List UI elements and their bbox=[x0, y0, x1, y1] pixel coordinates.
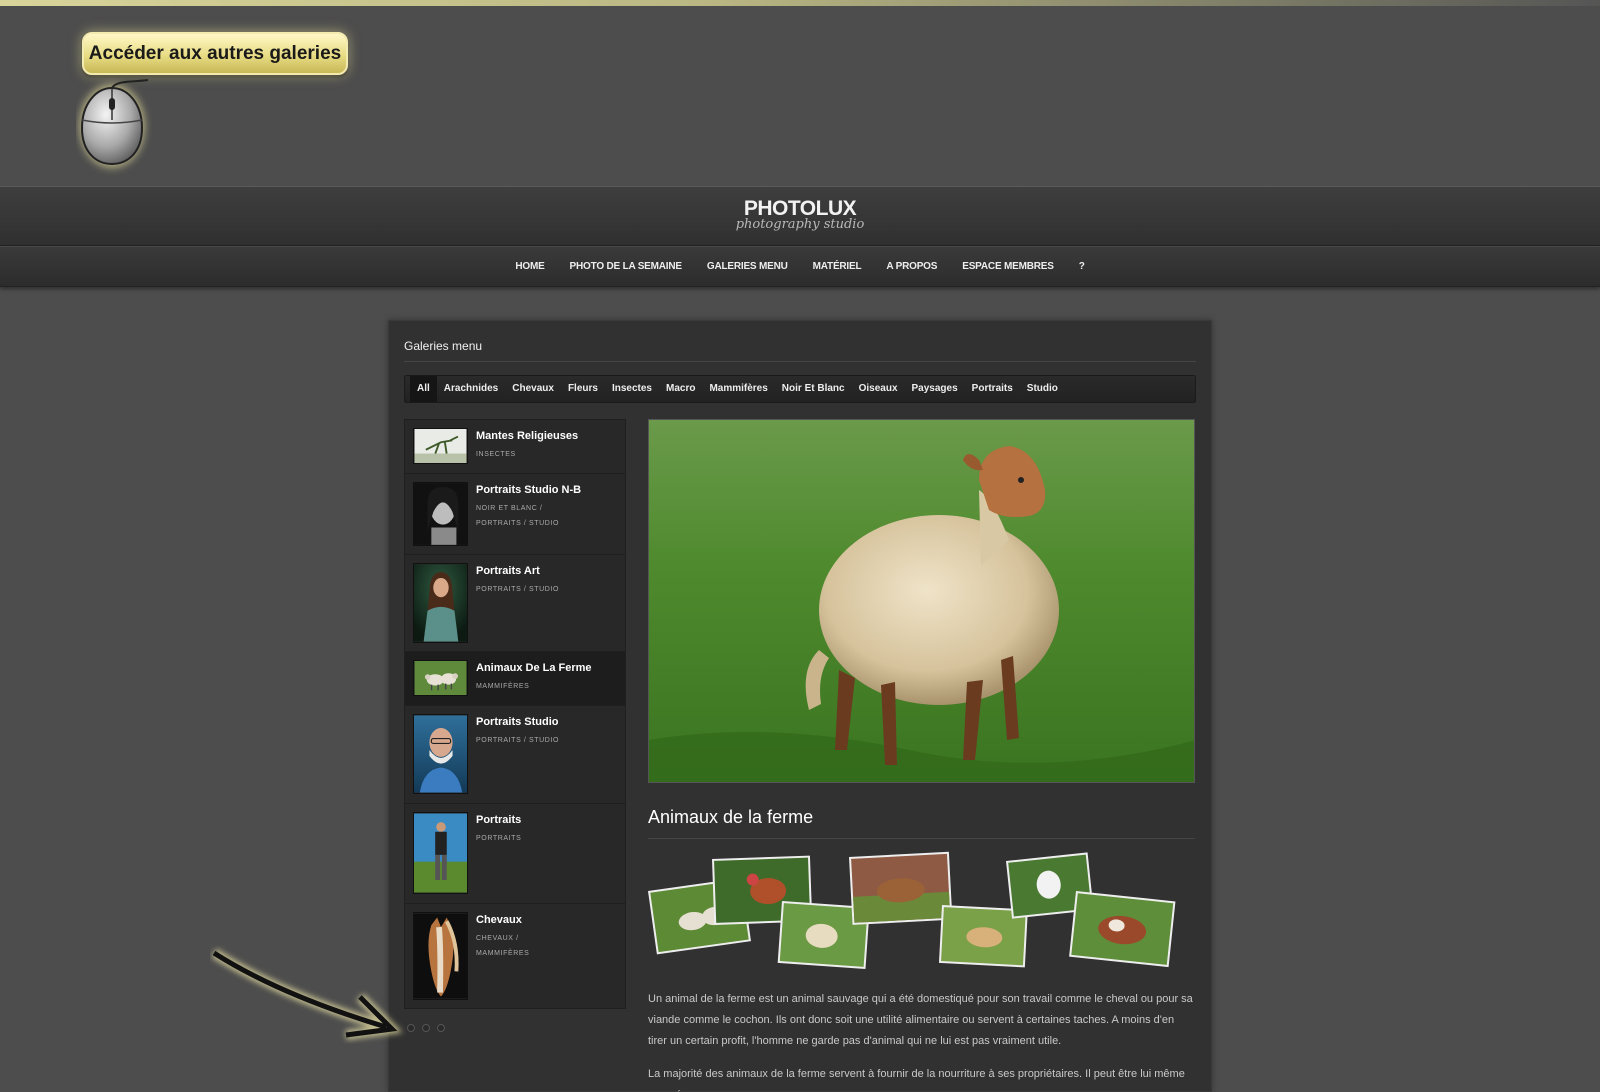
nav-materiel[interactable]: MATÉRIEL bbox=[813, 261, 862, 272]
list-pagination bbox=[407, 1024, 445, 1032]
gallery-title: Portraits Art bbox=[476, 565, 540, 577]
nav-espace-membres[interactable]: ESPACE MEMBRES bbox=[962, 261, 1054, 272]
panel-title: Galeries menu bbox=[404, 339, 483, 353]
site-tagline: photography studio bbox=[735, 217, 865, 232]
gallery-title: Portraits Studio bbox=[476, 716, 559, 728]
arrow-icon bbox=[210, 945, 410, 1045]
nav-galeries-menu[interactable]: GALERIES MENU bbox=[707, 261, 788, 272]
gallery-thumbnail bbox=[413, 482, 468, 546]
gallery-title: Mantes Religieuses bbox=[476, 430, 579, 442]
gallery-thumbnail bbox=[413, 563, 468, 643]
page-dot-3[interactable] bbox=[437, 1024, 445, 1032]
filter-macro[interactable]: Macro bbox=[659, 376, 702, 402]
nav-home[interactable]: HOME bbox=[515, 261, 544, 272]
gallery-thumbnail bbox=[413, 812, 468, 894]
gallery-detail-title: Animaux de la ferme bbox=[648, 807, 814, 827]
filter-portraits[interactable]: Portraits bbox=[965, 376, 1020, 402]
gallery-item-portraits-art[interactable]: Portraits Art PORTRAITS / STUDIO bbox=[404, 554, 626, 651]
filter-insectes[interactable]: Insectes bbox=[605, 376, 659, 402]
filter-chevaux[interactable]: Chevaux bbox=[505, 376, 561, 402]
gallery-category: CHEVAUX / MAMMIFÈRES bbox=[476, 935, 530, 957]
filter-paysages[interactable]: Paysages bbox=[905, 376, 965, 402]
gallery-category: PORTRAITS / STUDIO bbox=[476, 586, 560, 593]
gallery-title: Portraits Studio N-B bbox=[476, 484, 582, 496]
gallery-category: PORTRAITS / STUDIO bbox=[476, 737, 560, 744]
featured-image[interactable] bbox=[648, 419, 1195, 783]
filter-oiseaux[interactable]: Oiseaux bbox=[852, 376, 905, 402]
gallery-category: NOIR ET BLANC / PORTRAITS / STUDIO bbox=[476, 505, 560, 527]
filter-studio[interactable]: Studio bbox=[1020, 376, 1065, 402]
gallery-panel: Galeries menu All Arachnides Chevaux Fle… bbox=[388, 320, 1212, 1092]
gallery-title: Animaux De La Ferme bbox=[476, 662, 592, 674]
gallery-thumbnail bbox=[413, 714, 468, 794]
description-paragraph: La majorité des animaux de la ferme serv… bbox=[648, 1068, 1185, 1092]
gallery-item-portraits[interactable]: Portraits PORTRAITS bbox=[404, 803, 626, 903]
gallery-list: Mantes Religieuses INSECTES Portraits St… bbox=[404, 419, 626, 1009]
nav-help[interactable]: ? bbox=[1079, 261, 1085, 272]
gallery-category: MAMMIFÈRES bbox=[476, 683, 530, 690]
callout-text: Accéder aux autres galeries bbox=[88, 42, 342, 64]
gallery-thumbnail bbox=[413, 912, 468, 1000]
gallery-category: INSECTES bbox=[476, 451, 516, 458]
page-dot-2[interactable] bbox=[422, 1024, 430, 1032]
nav-photo-semaine[interactable]: PHOTO DE LA SEMAINE bbox=[570, 261, 683, 272]
filter-noir-et-blanc[interactable]: Noir Et Blanc bbox=[775, 376, 852, 402]
filter-all[interactable]: All bbox=[410, 376, 437, 402]
gallery-hint-callout: Accéder aux autres galeries bbox=[82, 32, 348, 75]
filter-mammiferes[interactable]: Mammifères bbox=[702, 376, 774, 402]
gallery-thumbnail bbox=[413, 428, 468, 464]
gallery-item-portraits-studio[interactable]: Portraits Studio PORTRAITS / STUDIO bbox=[404, 705, 626, 803]
description-paragraph: Un animal de la ferme est un animal sauv… bbox=[648, 993, 1193, 1047]
site-header: PHOTOLUX photography studio bbox=[0, 186, 1600, 246]
gallery-item-portraits-studio-nb[interactable]: Portraits Studio N-B NOIR ET BLANC / POR… bbox=[404, 473, 626, 554]
gallery-thumbnail bbox=[413, 660, 468, 696]
filter-bar: All Arachnides Chevaux Fleurs Insectes M… bbox=[404, 375, 1196, 403]
nav-a-propos[interactable]: A PROPOS bbox=[886, 261, 937, 272]
divider bbox=[648, 838, 1195, 839]
top-accent-line bbox=[0, 0, 1600, 6]
gallery-item-mantes[interactable]: Mantes Religieuses INSECTES bbox=[404, 419, 626, 473]
gallery-item-chevaux[interactable]: Chevaux CHEVAUX / MAMMIFÈRES bbox=[404, 903, 626, 1009]
divider bbox=[404, 361, 1196, 362]
gallery-item-animaux-ferme[interactable]: Animaux De La Ferme MAMMIFÈRES bbox=[404, 651, 626, 705]
filter-fleurs[interactable]: Fleurs bbox=[561, 376, 605, 402]
gallery-title: Chevaux bbox=[476, 914, 522, 926]
photo-collage[interactable] bbox=[644, 851, 1199, 976]
filter-arachnides[interactable]: Arachnides bbox=[437, 376, 505, 402]
gallery-description: Un animal de la ferme est un animal sauv… bbox=[648, 989, 1195, 1092]
mouse-icon bbox=[76, 78, 156, 178]
gallery-category: PORTRAITS bbox=[476, 835, 522, 842]
gallery-title: Portraits bbox=[476, 814, 522, 826]
main-nav: HOME PHOTO DE LA SEMAINE GALERIES MENU M… bbox=[0, 247, 1600, 287]
